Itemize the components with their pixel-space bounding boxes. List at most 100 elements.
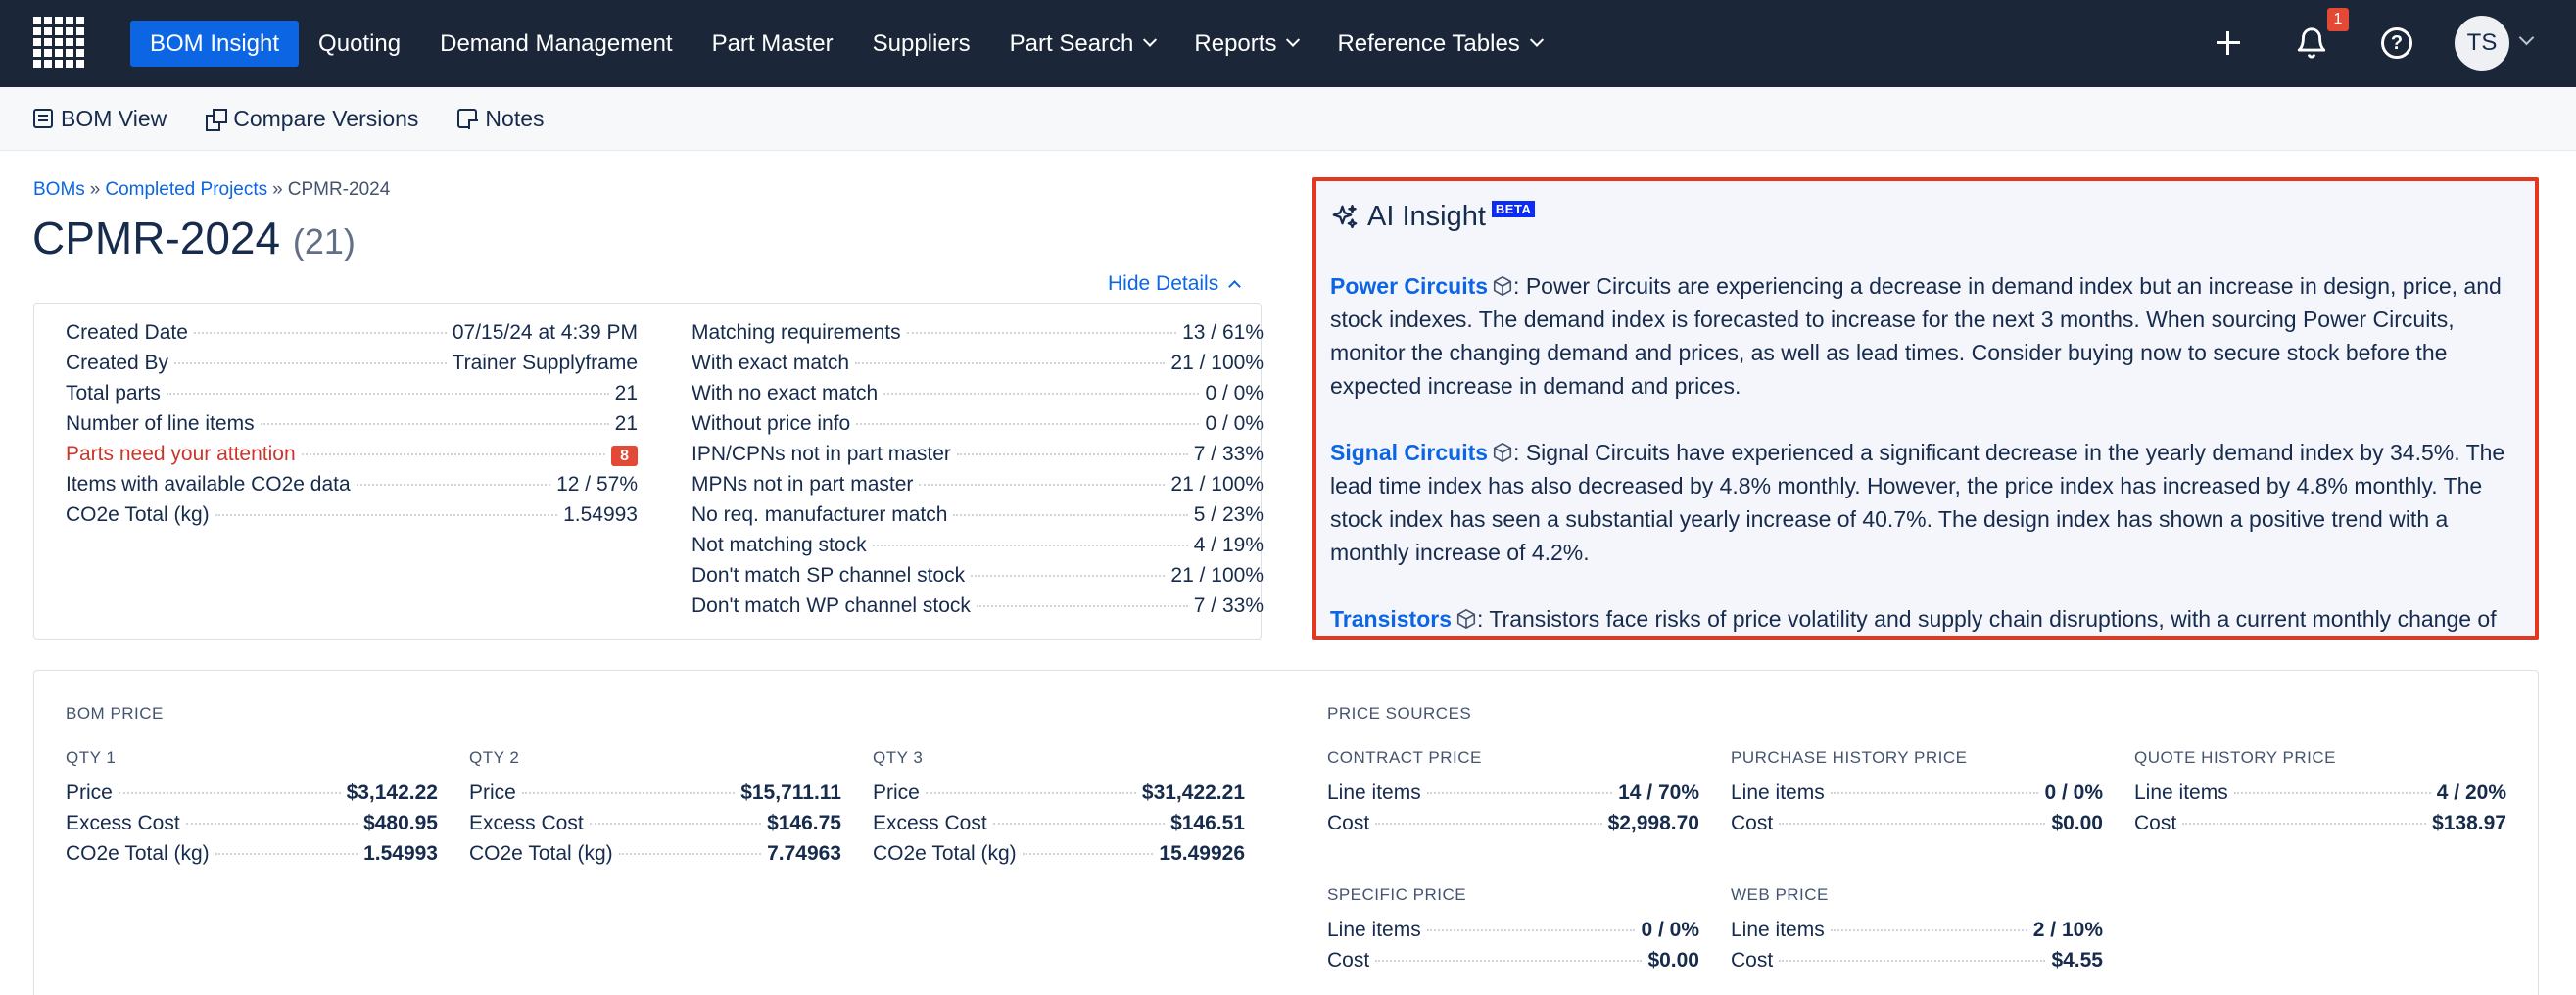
cube-icon[interactable] [1492, 439, 1513, 462]
page-title: CPMR-2024 (21) [32, 212, 356, 264]
price-row-label: Excess Cost [469, 812, 584, 834]
chevron-down-icon [1143, 32, 1158, 47]
nav-item-demand-management[interactable]: Demand Management [420, 21, 692, 67]
nav-item-suppliers[interactable]: Suppliers [853, 21, 990, 67]
price-row-label: Price [469, 782, 516, 804]
detail-row: IPN/CPNs not in part master 7 / 33% [692, 443, 1264, 473]
detail-row: MPNs not in part master 21 / 100% [692, 473, 1264, 503]
detail-label: Matching requirements [692, 321, 901, 344]
detail-label: Total parts [66, 382, 161, 404]
nav-item-part-search[interactable]: Part Search [990, 21, 1175, 67]
help-icon[interactable]: ? [2375, 22, 2418, 65]
chevron-up-icon [1228, 280, 1242, 293]
detail-row: Items with available CO2e data 12 / 57% [66, 473, 638, 503]
price-row: Cost $138.97 [2134, 812, 2506, 842]
price-row: Cost $0.00 [1731, 812, 2103, 842]
plus-icon[interactable] [2207, 22, 2250, 65]
dotted-leader [260, 423, 609, 425]
dotted-leader [1779, 823, 2046, 825]
price-row: Line items 2 / 10% [1731, 919, 2103, 949]
price-row-value: $2,998.70 [1607, 812, 1699, 834]
attention-count-badge[interactable]: 8 [611, 446, 638, 466]
detail-label: Items with available CO2e data [66, 473, 351, 496]
notes-button[interactable]: Notes [457, 105, 545, 132]
price-row-value: 14 / 70% [1618, 782, 1699, 804]
price-group-label: QTY 3 [873, 748, 924, 767]
dotted-leader [589, 823, 762, 825]
compare-versions-button[interactable]: Compare Versions [206, 106, 418, 132]
chevron-down-icon[interactable] [2518, 29, 2535, 46]
price-row-label: Cost [1731, 949, 1774, 971]
details-column-right: Matching requirements 13 / 61% With exact … [692, 321, 1264, 625]
breadcrumb-boms[interactable]: BOMs [33, 179, 85, 200]
detail-row: Total parts 21 [66, 382, 638, 412]
price-panel: BOM PRICE PRICE SOURCES QTY 1 Price $3,142… [33, 670, 2539, 995]
nav-item-part-master[interactable]: Part Master [692, 21, 853, 67]
dotted-leader [521, 792, 736, 794]
notes-label: Notes [485, 105, 545, 131]
dotted-leader [872, 545, 1188, 546]
detail-value: 13 / 61% [1182, 321, 1264, 344]
detail-row: Number of line items 21 [66, 412, 638, 443]
nav-item-label: Quoting [318, 29, 402, 57]
price-row-label: Cost [1731, 812, 1774, 834]
price-row-label: Excess Cost [873, 812, 987, 834]
detail-label: IPN/CPNs not in part master [692, 443, 951, 465]
dotted-leader [925, 792, 1136, 794]
price-row-value: $138.97 [2432, 812, 2506, 834]
price-row-value: $146.51 [1170, 812, 1245, 834]
detail-label[interactable]: Parts need your attention [66, 443, 296, 466]
cube-icon[interactable] [1455, 605, 1477, 629]
detail-row: Not matching stock 4 / 19% [692, 534, 1264, 564]
detail-value: 8 [611, 443, 638, 466]
ai-insight-body: Power Circuits: Power Circuits are exper… [1330, 269, 2517, 636]
price-group-label: WEB PRICE [1731, 885, 1829, 904]
nav-item-bom-insight[interactable]: BOM Insight [130, 21, 300, 67]
price-group: Line items 2 / 10% Cost $4.55 [1731, 919, 2103, 979]
nav-menu: BOM Insight Quoting Demand Management Part … [130, 0, 1561, 87]
nav-item-label: Part Master [711, 29, 834, 57]
detail-row: Created By Trainer Supplyframe [66, 352, 638, 382]
price-row-value: $0.00 [2051, 812, 2103, 834]
detail-row: With no exact match 0 / 0% [692, 382, 1264, 412]
bom-view-button[interactable]: BOM View [33, 106, 167, 132]
ai-insight-topic-link[interactable]: Transistors [1330, 606, 1452, 632]
detail-label: With no exact match [692, 382, 879, 404]
price-row-value: 4 / 20% [2436, 782, 2506, 804]
detail-label: MPNs not in part master [692, 473, 914, 496]
nav-item-quoting[interactable]: Quoting [299, 21, 420, 67]
detail-value: 0 / 0% [1205, 382, 1264, 404]
ai-insight-topic-link[interactable]: Signal Circuits [1330, 440, 1488, 465]
breadcrumb-completed-projects[interactable]: Completed Projects [105, 179, 267, 200]
ai-insight-topic-link[interactable]: Power Circuits [1330, 273, 1488, 299]
price-row-value: $31,422.21 [1141, 782, 1245, 804]
avatar[interactable]: TS [2455, 16, 2509, 71]
detail-value: 21 [614, 382, 638, 404]
detail-row: Without price info 0 / 0% [692, 412, 1264, 443]
price-row-label: Cost [2134, 812, 2177, 834]
price-row-value: $3,142.22 [346, 782, 438, 804]
price-row-label: Price [873, 782, 920, 804]
grid-logo-icon[interactable] [33, 17, 84, 68]
compare-versions-label: Compare Versions [233, 105, 419, 131]
dotted-leader [855, 362, 1166, 364]
cube-icon[interactable] [1492, 272, 1513, 296]
detail-value: 7 / 33% [1193, 443, 1264, 465]
detail-label: Without price info [692, 412, 851, 435]
price-row: Line items 0 / 0% [1731, 782, 2103, 812]
nav-item-reference-tables[interactable]: Reference Tables [1317, 21, 1560, 67]
price-row-value: $146.75 [767, 812, 841, 834]
price-row-label: CO2e Total (kg) [469, 842, 613, 865]
dotted-leader [953, 514, 1188, 516]
hide-details-toggle[interactable]: Hide Details [1108, 272, 1242, 296]
nav-item-label: Reports [1194, 29, 1277, 57]
ai-insight-panel[interactable]: AI Insight BETA Power Circuits: Power Ci… [1312, 177, 2539, 640]
dotted-leader [356, 484, 551, 486]
bom-view-label: BOM View [61, 105, 167, 131]
dotted-leader [1426, 929, 1636, 931]
price-row-label: Cost [1327, 949, 1370, 971]
dotted-leader [118, 792, 341, 794]
detail-value: 21 / 100% [1170, 473, 1264, 496]
nav-item-reports[interactable]: Reports [1174, 21, 1317, 67]
dotted-leader [1022, 853, 1154, 855]
